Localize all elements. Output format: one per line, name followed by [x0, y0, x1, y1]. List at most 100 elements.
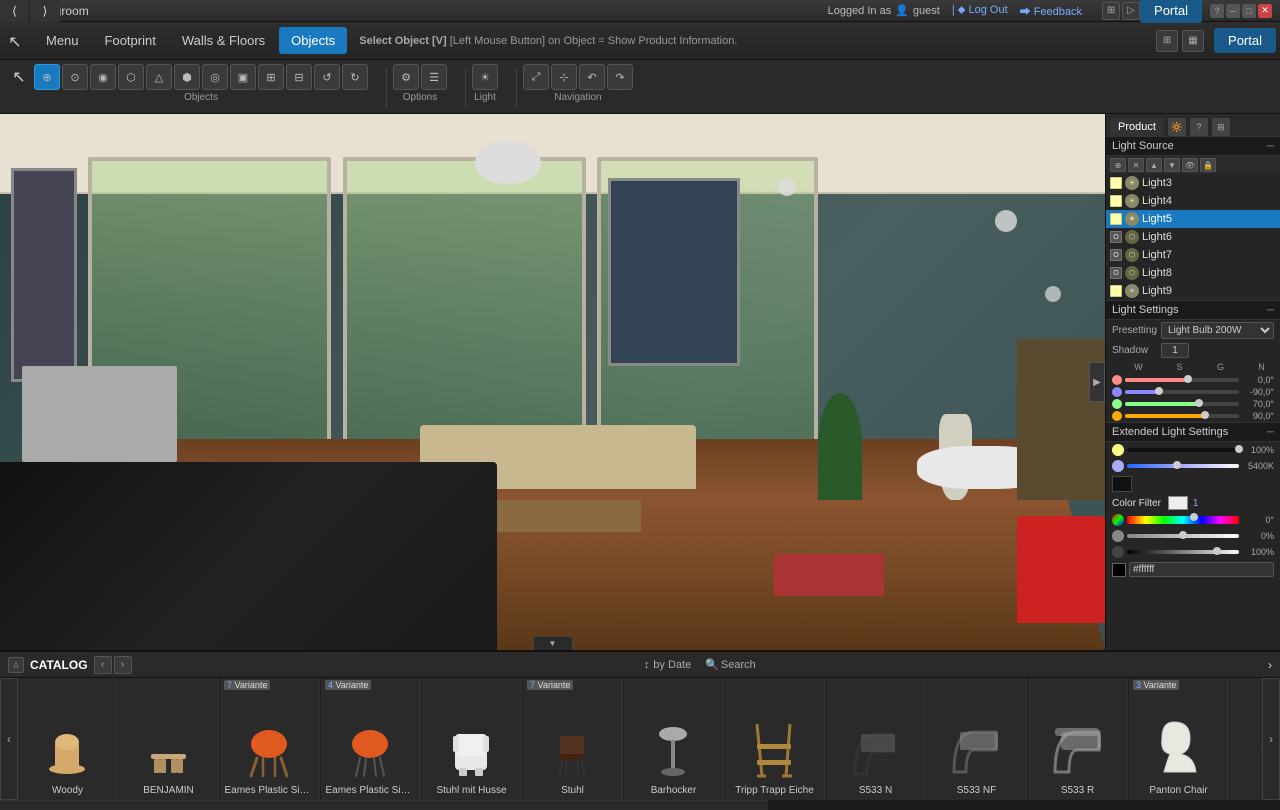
brightness-thumb[interactable]: [1235, 445, 1243, 453]
catalog-item-benjamin[interactable]: BENJAMIN: [119, 678, 219, 800]
menu-item-footprint[interactable]: Footprint: [93, 27, 168, 54]
light-vis-btn[interactable]: 👁: [1182, 158, 1198, 172]
catalog-item-panton[interactable]: 3 Variante Panton Chair: [1129, 678, 1229, 800]
win-maximize[interactable]: □: [1242, 4, 1256, 18]
view-icon2[interactable]: ▦: [1182, 30, 1204, 52]
win-back-btn[interactable]: ⟨: [0, 0, 30, 22]
viewport[interactable]: ▼ ▶: [0, 114, 1105, 650]
saturation-thumb[interactable]: [1179, 531, 1187, 539]
black-swatch[interactable]: [1112, 476, 1132, 492]
light-item-light7[interactable]: O ⬡ Light7: [1106, 246, 1280, 264]
hex-swatch[interactable]: [1112, 563, 1126, 577]
shadow-input[interactable]: [1161, 343, 1189, 358]
bottom-scrollbar[interactable]: [0, 800, 1280, 810]
catalog-expand-btn[interactable]: ▼: [533, 636, 573, 650]
menu-item-objects[interactable]: Objects: [279, 27, 347, 54]
nav-1[interactable]: ⤢: [523, 64, 549, 90]
catalog-next-nav[interactable]: ›: [114, 656, 132, 674]
feedback-button[interactable]: ⮕ Feedback: [1020, 3, 1082, 19]
slider-track-g[interactable]: [1125, 402, 1239, 406]
presetting-select[interactable]: Light Bulb 200W: [1161, 322, 1274, 339]
extended-light-collapse[interactable]: ─: [1267, 427, 1274, 438]
light-item-light5[interactable]: I ☀ Light5: [1106, 210, 1280, 228]
catalog-item-tripp[interactable]: Tripp Trapp Eiche: [725, 678, 825, 800]
tool-redo[interactable]: ↻: [342, 64, 368, 90]
catalog-item-eames1[interactable]: 7 Variante Eames Plastic Side C: [220, 678, 320, 800]
light4-toggle[interactable]: I: [1110, 195, 1122, 207]
light-item-light9[interactable]: I ☀ Light9: [1106, 282, 1280, 300]
menu-item-walls-floors[interactable]: Walls & Floors: [170, 27, 277, 54]
panel-tab-icon3[interactable]: ⊞: [1212, 118, 1230, 136]
catalog-item-woody[interactable]: Woody: [18, 678, 118, 800]
catalog-item-stuhl-husse[interactable]: Stuhl mit Husse: [422, 678, 522, 800]
win-question[interactable]: ?: [1210, 4, 1224, 18]
catalog-item-eames2[interactable]: 4 Variante Eames Plastic Side C: [321, 678, 421, 800]
tool-mirror[interactable]: △: [146, 64, 172, 90]
catalog-scroll-prev[interactable]: ‹: [0, 678, 18, 800]
catalog-item-s533nf[interactable]: S533 NF: [927, 678, 1027, 800]
win-forward-btn[interactable]: ⟩: [30, 0, 60, 22]
win-minimize[interactable]: ─: [1226, 4, 1240, 18]
tool-group[interactable]: ⬢: [174, 64, 200, 90]
color-hue-strip[interactable]: [1127, 516, 1239, 524]
catalog-expand-right[interactable]: ›: [1268, 658, 1272, 672]
slider-thumb-w[interactable]: [1184, 375, 1192, 383]
brightness2-track[interactable]: [1127, 550, 1239, 554]
light-item-light6[interactable]: O ⬡ Light6: [1106, 228, 1280, 246]
logout-button[interactable]: | ⬥ Log Out: [952, 4, 1008, 17]
catalog-scroll-next[interactable]: ›: [1262, 678, 1280, 800]
select-cursor-btn[interactable]: ↖: [8, 66, 30, 88]
light-settings-collapse[interactable]: ─: [1267, 305, 1274, 316]
panel-toggle-btn[interactable]: ▶: [1089, 362, 1105, 402]
win-icon1[interactable]: ⊞: [1102, 2, 1120, 20]
tool-select[interactable]: ⊕: [34, 64, 60, 90]
slider-thumb-n[interactable]: [1201, 411, 1209, 419]
catalog-item-s533n[interactable]: S533 N: [826, 678, 926, 800]
nav-3[interactable]: ↶: [579, 64, 605, 90]
hex-input[interactable]: [1129, 562, 1274, 577]
menubar-portal-button[interactable]: Portal: [1214, 28, 1276, 53]
light7-toggle[interactable]: O: [1110, 249, 1122, 261]
opt-2[interactable]: ☰: [421, 64, 447, 90]
light6-toggle[interactable]: O: [1110, 231, 1122, 243]
panel-tab-icon1[interactable]: 🔆: [1168, 118, 1186, 136]
light-item-light3[interactable]: I ☀ Light3: [1106, 174, 1280, 192]
slider-track-n[interactable]: [1125, 414, 1239, 418]
saturation-track[interactable]: [1127, 534, 1239, 538]
win-close[interactable]: ✕: [1258, 4, 1272, 18]
opt-1[interactable]: ⚙: [393, 64, 419, 90]
light3-toggle[interactable]: I: [1110, 177, 1122, 189]
menu-item-menu[interactable]: Menu: [34, 27, 91, 54]
light8-toggle[interactable]: O: [1110, 267, 1122, 279]
brightness-track[interactable]: [1127, 448, 1239, 452]
nav-2[interactable]: ⊹: [551, 64, 577, 90]
tool-rotate[interactable]: ◉: [90, 64, 116, 90]
light-lock-btn[interactable]: 🔒: [1200, 158, 1216, 172]
light-item-light4[interactable]: I ☀ Light4: [1106, 192, 1280, 210]
win-icon2[interactable]: ▷: [1122, 2, 1140, 20]
color-hue-thumb[interactable]: [1190, 513, 1198, 521]
tool-scale[interactable]: ⬡: [118, 64, 144, 90]
portal-button[interactable]: Portal: [1140, 0, 1202, 23]
catalog-home-btn[interactable]: ⌂: [8, 657, 24, 673]
tool-delete[interactable]: ⊟: [286, 64, 312, 90]
catalog-sort-btn[interactable]: ↕ by Date: [644, 659, 691, 671]
view-icon1[interactable]: ⊞: [1156, 30, 1178, 52]
catalog-item-stuhl[interactable]: 7 Variante Stuhl: [523, 678, 623, 800]
light-down-btn[interactable]: ▼: [1164, 158, 1180, 172]
light-source-collapse[interactable]: ─: [1267, 141, 1274, 152]
slider-thumb-g[interactable]: [1195, 399, 1203, 407]
light-1[interactable]: ☀: [472, 64, 498, 90]
temperature-thumb[interactable]: [1173, 461, 1181, 469]
slider-track-s[interactable]: [1125, 390, 1239, 394]
catalog-search-btn[interactable]: 🔍 Search: [705, 658, 756, 671]
tool-move[interactable]: ⊙: [62, 64, 88, 90]
tool-distribute[interactable]: ▣: [230, 64, 256, 90]
panel-tab-product[interactable]: Product: [1110, 118, 1164, 136]
slider-track-w[interactable]: [1125, 378, 1239, 382]
light-item-light8[interactable]: O ⬡ Light8: [1106, 264, 1280, 282]
slider-thumb-s[interactable]: [1155, 387, 1163, 395]
catalog-item-barhocker[interactable]: Barhocker: [624, 678, 724, 800]
catalog-prev-nav[interactable]: ‹: [94, 656, 112, 674]
color-filter-swatch[interactable]: [1168, 496, 1188, 510]
